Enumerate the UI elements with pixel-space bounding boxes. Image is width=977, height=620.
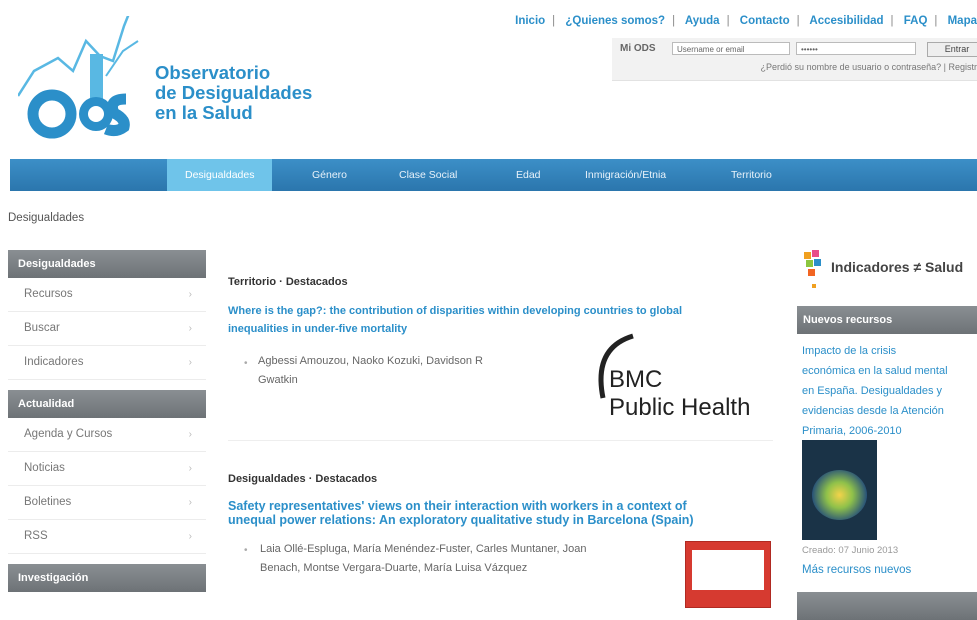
link-ayuda[interactable]: Ayuda xyxy=(685,15,720,27)
tab-genero[interactable]: Género xyxy=(294,159,365,191)
divider xyxy=(228,440,773,441)
logo-line-2: de Desigualdades xyxy=(155,82,313,103)
tab-inmigracion-etnia[interactable]: Inmigración/Etnia xyxy=(567,159,684,191)
main-nav: Desigualdades Género Clase Social Edad I… xyxy=(10,159,977,191)
bmc-public-health-logo[interactable]: BMC Public Health xyxy=(583,328,783,428)
new-resources-heading: Nuevos recursos xyxy=(797,306,977,334)
resource-line: evidencias desde la Atención xyxy=(802,405,944,417)
resource-line: Primaria, 2006-2010 xyxy=(802,425,902,437)
sidebar-item-label: Recursos xyxy=(24,288,73,300)
chevron-right-icon: › xyxy=(188,357,192,368)
bullet-icon: • xyxy=(244,545,248,556)
tab-territorio[interactable]: Territorio xyxy=(713,159,790,191)
password-input[interactable]: •••••• xyxy=(796,42,916,55)
tab-clase-social[interactable]: Clase Social xyxy=(381,159,475,191)
article-section-label: Desigualdades · Destacados xyxy=(228,473,378,485)
tab-desigualdades[interactable]: Desigualdades xyxy=(167,159,273,191)
login-box: Mi ODS Username or email •••••• Entrar ¿… xyxy=(612,38,977,81)
article-title-line: Safety representatives' views on their i… xyxy=(228,499,687,513)
link-mapa[interactable]: Mapa xyxy=(948,15,977,27)
sidebar-item-recursos[interactable]: Recursos › xyxy=(8,278,206,312)
separator: | xyxy=(552,15,556,27)
article-title-line: Where is the gap?: the contribution of d… xyxy=(228,305,683,317)
resource-cover-image[interactable] xyxy=(802,440,877,540)
link-contacto[interactable]: Contacto xyxy=(740,15,790,27)
article-section-label: Territorio · Destacados xyxy=(228,276,348,288)
bmc-logo-line: BMC xyxy=(609,366,663,393)
top-links: Inicio | ¿Quienes somos? | Ayuda | Contacto… xyxy=(515,15,977,27)
sidebar-item-agenda[interactable]: Agenda y Cursos › xyxy=(8,418,206,452)
chevron-right-icon: › xyxy=(188,323,192,334)
login-label: Mi ODS xyxy=(620,43,656,54)
left-sidebar: Desigualdades Recursos › Buscar › Indicado… xyxy=(8,250,206,592)
indicadores-logo-icon xyxy=(804,250,821,288)
sidebar-item-rss[interactable]: RSS › xyxy=(8,520,206,554)
resource-link[interactable]: Impacto de la crisis económica en la sal… xyxy=(802,341,977,441)
article-title-link[interactable]: Safety representatives' views on their i… xyxy=(228,499,694,527)
article-title-line: unequal power relations: An exploratory … xyxy=(228,513,694,527)
sidebar-item-label: Noticias xyxy=(24,462,65,474)
separator: | xyxy=(726,15,730,27)
logo-line-1: Observatorio xyxy=(155,62,271,83)
right-section-heading xyxy=(797,592,977,620)
sidebar-item-label: Buscar xyxy=(24,322,60,334)
sidebar-item-label: Agenda y Cursos xyxy=(24,428,113,440)
sidebar-item-boletines[interactable]: Boletines › xyxy=(8,486,206,520)
resource-line: Impacto de la crisis xyxy=(802,345,897,357)
link-quienes-somos[interactable]: ¿Quienes somos? xyxy=(565,15,665,27)
separator: | xyxy=(890,15,894,27)
site-logo[interactable]: Observatorio de Desigualdades en la Salu… xyxy=(18,16,338,156)
ods-logo-graphic xyxy=(18,16,139,139)
more-resources-link[interactable]: Más recursos nuevos xyxy=(802,564,911,576)
authors-line: Benach, Montse Vergara-Duarte, María Lui… xyxy=(260,562,528,574)
logo-text: Observatorio de Desigualdades en la Salu… xyxy=(155,63,312,123)
sidebar-item-label: Boletines xyxy=(24,496,72,508)
sidebar-item-indicadores[interactable]: Indicadores › xyxy=(8,346,206,380)
article-authors: Laia Ollé-Espluga, María Menéndez-Fuster… xyxy=(260,540,587,578)
resource-line: en España. Desigualdades y xyxy=(802,385,943,397)
separator: | xyxy=(796,15,800,27)
bullet-icon: • xyxy=(244,358,248,369)
resource-created-date: Creado: 07 Junio 2013 xyxy=(802,545,899,556)
sidebar-heading-actualidad[interactable]: Actualidad xyxy=(8,390,206,418)
separator: | xyxy=(934,15,938,27)
authors-line: Gwatkin xyxy=(258,374,298,386)
chevron-right-icon: › xyxy=(188,463,192,474)
indicadores-salud-title[interactable]: Indicadores ≠ Salud xyxy=(831,259,963,275)
chevron-right-icon: › xyxy=(188,531,192,542)
sidebar-item-buscar[interactable]: Buscar › xyxy=(8,312,206,346)
sidebar-item-noticias[interactable]: Noticias › xyxy=(8,452,206,486)
journal-cover-image[interactable] xyxy=(685,541,771,608)
bmc-logo-line: Public Health xyxy=(609,394,751,421)
chevron-right-icon: › xyxy=(188,429,192,440)
sidebar-heading-investigacion[interactable]: Investigación xyxy=(8,564,206,592)
sidebar-item-label: Indicadores xyxy=(24,356,84,368)
chevron-right-icon: › xyxy=(188,497,192,508)
username-input[interactable]: Username or email xyxy=(672,42,790,55)
link-inicio[interactable]: Inicio xyxy=(515,15,545,27)
article-authors: Agbessi Amouzou, Naoko Kozuki, Davidson … xyxy=(258,352,483,390)
sidebar-heading-desigualdades[interactable]: Desigualdades xyxy=(8,250,206,278)
resource-line: económica en la salud mental xyxy=(802,365,948,377)
link-accesibilidad[interactable]: Accesibilidad xyxy=(809,15,883,27)
breadcrumb: Desigualdades xyxy=(8,212,85,224)
tab-edad[interactable]: Edad xyxy=(498,159,559,191)
authors-line: Agbessi Amouzou, Naoko Kozuki, Davidson … xyxy=(258,355,484,367)
login-submit-button[interactable]: Entrar xyxy=(927,42,977,57)
sidebar-item-label: RSS xyxy=(24,530,48,542)
authors-line: Laia Ollé-Espluga, María Menéndez-Fuster… xyxy=(260,543,587,555)
forgot-password-link[interactable]: ¿Perdió su nombre de usuario o contraseñ… xyxy=(761,62,977,72)
link-faq[interactable]: FAQ xyxy=(904,15,928,27)
chevron-right-icon: › xyxy=(188,289,192,300)
logo-line-3: en la Salud xyxy=(155,102,253,123)
separator: | xyxy=(672,15,676,27)
